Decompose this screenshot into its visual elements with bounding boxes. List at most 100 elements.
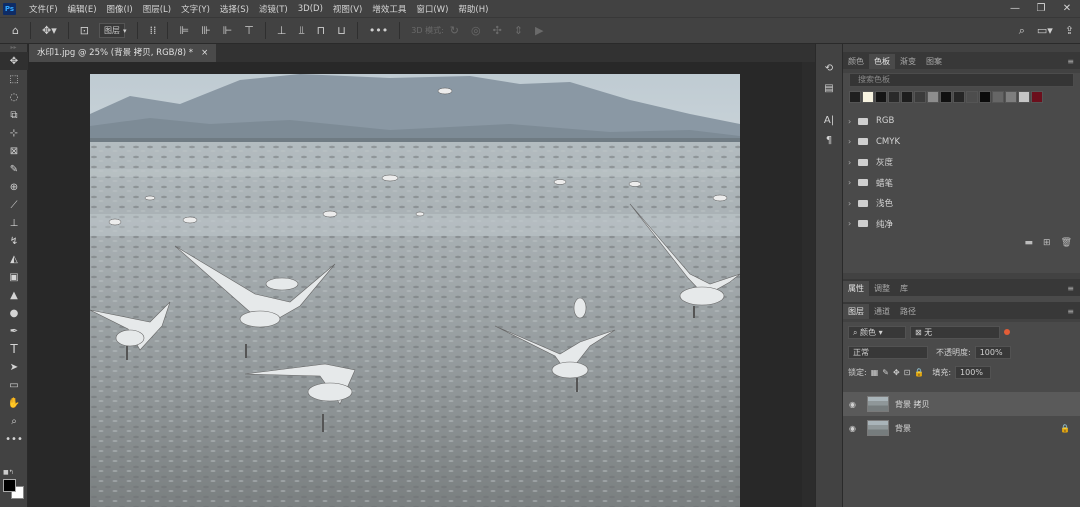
eyedropper-icon[interactable]: ✎ [0, 160, 28, 178]
home-icon[interactable]: ⌂ [12, 24, 19, 37]
chevron-right-icon[interactable]: › [848, 199, 858, 208]
menu-window[interactable]: 窗口(W) [411, 3, 453, 15]
layer-row[interactable]: ◉ 背景 拷贝 [843, 392, 1080, 416]
swatch-group[interactable]: › 灰度 [843, 152, 1080, 173]
tab-gradients[interactable]: 渐变 [895, 54, 921, 69]
dropdown-chevron-icon[interactable]: ▾ [123, 27, 127, 35]
tab-paths[interactable]: 路径 [895, 304, 921, 319]
minimize-icon[interactable]: — [1002, 0, 1028, 17]
swatch-search-input[interactable]: 搜索色板 [849, 73, 1074, 87]
swatch-chip[interactable] [927, 91, 939, 103]
swatch-chip[interactable] [992, 91, 1004, 103]
more-options-icon[interactable]: ••• [369, 24, 388, 37]
menu-image[interactable]: 图像(I) [102, 3, 138, 15]
canvas-area[interactable] [29, 62, 801, 507]
tab-layers[interactable]: 图层 [843, 304, 869, 319]
swatch-chip[interactable] [914, 91, 926, 103]
document-image[interactable] [90, 74, 740, 507]
layer-row[interactable]: ◉ 背景 🔒 [843, 416, 1080, 440]
eraser-icon[interactable]: ◭ [0, 250, 28, 268]
type-icon[interactable]: T [0, 340, 28, 358]
swatch-group[interactable]: › 浅色 [843, 193, 1080, 214]
brush-icon[interactable]: ⟋ [0, 196, 28, 214]
swatch-chip[interactable] [1005, 91, 1017, 103]
path-select-icon[interactable]: ➤ [0, 358, 28, 376]
filter-value-select[interactable]: ⊠ 无 [910, 325, 1000, 339]
swatch-chip[interactable] [901, 91, 913, 103]
workspace-icon[interactable]: ▭▾ [1037, 24, 1053, 37]
paragraph-panel-icon[interactable]: ¶ [816, 130, 842, 150]
lock-transparent-icon[interactable]: ▦ [871, 368, 879, 377]
rectangle-icon[interactable]: ▭ [0, 376, 28, 394]
menu-select[interactable]: 选择(S) [215, 3, 254, 15]
align-hcenter-icon[interactable]: ⊪ [201, 24, 211, 37]
tab-channels[interactable]: 通道 [869, 304, 895, 319]
healing-brush-icon[interactable]: ⊕ [0, 178, 28, 196]
swatch-group[interactable]: › 纯净 [843, 214, 1080, 235]
swatch-group[interactable]: › 蜡笔 [843, 173, 1080, 194]
delete-icon[interactable]: 🗑 [1061, 238, 1072, 248]
auto-select-icon[interactable]: ⊡ [80, 24, 89, 37]
close-icon[interactable]: ✕ [1054, 0, 1080, 17]
filter-kind-select[interactable]: ⌕ 颜色 ▾ [848, 325, 906, 339]
lock-position-icon[interactable]: ✥ [893, 368, 900, 377]
canvas-vertical-scrollbar[interactable] [802, 62, 815, 507]
share-icon[interactable]: ⇪ [1065, 24, 1074, 37]
swatch-group[interactable]: › CMYK [843, 132, 1080, 153]
tab-swatches[interactable]: 色板 [869, 54, 895, 69]
menu-edit[interactable]: 编辑(E) [63, 3, 102, 15]
chevron-right-icon[interactable]: › [848, 117, 858, 126]
new-swatch-icon[interactable]: ⊞ [1043, 238, 1051, 248]
transform-controls-icon[interactable]: ⁞⁞ [149, 24, 156, 37]
visibility-eye-icon[interactable]: ◉ [849, 424, 861, 433]
character-panel-icon[interactable]: A| [816, 110, 842, 130]
default-colors-icon[interactable]: ■↰ [3, 469, 14, 476]
lasso-icon[interactable]: ◌ [0, 88, 28, 106]
filter-toggle-icon[interactable] [1004, 329, 1010, 335]
color-picker[interactable]: ■↰ [3, 469, 25, 502]
chevron-right-icon[interactable]: › [848, 158, 858, 167]
search-icon[interactable]: ⌕ [1019, 24, 1025, 38]
lock-all-icon[interactable]: 🔒 [914, 368, 924, 377]
move-icon[interactable]: ✥ [0, 52, 28, 70]
swatch-chip[interactable] [849, 91, 861, 103]
dodge-icon[interactable]: ● [0, 304, 28, 322]
crop-icon[interactable]: ⊹ [0, 124, 28, 142]
swatch-chip[interactable] [888, 91, 900, 103]
menu-file[interactable]: 文件(F) [24, 3, 63, 15]
chevron-right-icon[interactable]: › [848, 219, 858, 228]
zoom-icon[interactable]: ⌕ [0, 412, 28, 430]
distribute-icon[interactable]: ⊓ [317, 24, 326, 37]
align-top-icon[interactable]: ⊤ [244, 24, 254, 37]
align-left-icon[interactable]: ⊫ [179, 24, 189, 37]
history-brush-icon[interactable]: ↯ [0, 232, 28, 250]
panel-menu-icon[interactable]: ≡ [1061, 304, 1080, 319]
new-group-icon[interactable]: ▬ [1025, 238, 1034, 248]
comments-panel-icon[interactable]: ▤ [816, 78, 842, 98]
gradient-icon[interactable]: ▣ [0, 268, 28, 286]
close-tab-icon[interactable]: × [201, 44, 208, 62]
swatch-chip[interactable] [979, 91, 991, 103]
menu-view[interactable]: 视图(V) [328, 3, 367, 15]
tab-properties[interactable]: 属性 [843, 281, 869, 296]
panel-menu-icon[interactable]: ≡ [1061, 281, 1080, 296]
align-bottom-icon[interactable]: ⫫ [298, 24, 304, 38]
distribute-v-icon[interactable]: ⊔ [337, 24, 346, 37]
chevron-right-icon[interactable]: › [848, 178, 858, 187]
swatch-chip[interactable] [1018, 91, 1030, 103]
marquee-icon[interactable]: ⬚ [0, 70, 28, 88]
stamp-icon[interactable]: ⊥ [0, 214, 28, 232]
history-panel-icon[interactable]: ⟲ [816, 58, 842, 78]
align-vcenter-icon[interactable]: ⊥ [277, 24, 287, 37]
panel-menu-icon[interactable]: ≡ [1061, 54, 1080, 69]
tab-libraries[interactable]: 库 [895, 281, 913, 296]
blend-mode-select[interactable]: 正常 [848, 345, 928, 359]
menu-layer[interactable]: 图层(L) [138, 3, 176, 15]
hand-icon[interactable]: ✋ [0, 394, 28, 412]
swatch-chip[interactable] [862, 91, 874, 103]
foreground-color-swatch[interactable] [3, 479, 16, 492]
chevron-right-icon[interactable]: › [848, 137, 858, 146]
menu-plugins[interactable]: 增效工具 [367, 3, 411, 15]
swatch-chip[interactable] [875, 91, 887, 103]
lock-pixels-icon[interactable]: ✎ [882, 368, 889, 377]
